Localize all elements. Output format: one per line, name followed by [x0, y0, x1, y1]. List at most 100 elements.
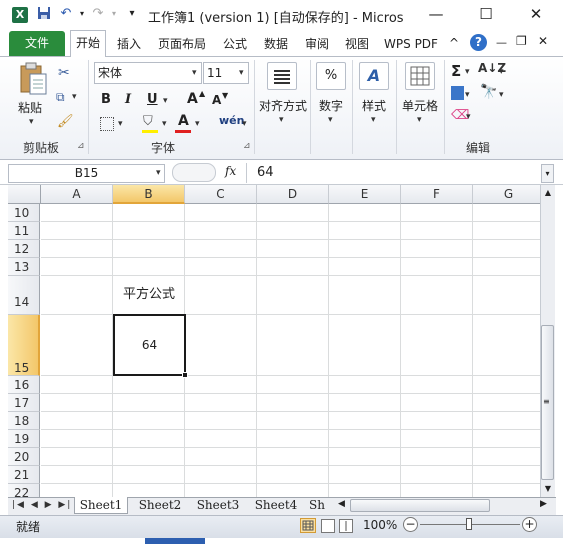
hscroll-right-icon[interactable]: ▶: [540, 499, 547, 509]
paste-icon[interactable]: [18, 62, 48, 96]
phonetic-dropdown-icon[interactable]: ▾: [242, 119, 247, 129]
alignment-icon[interactable]: [267, 62, 297, 90]
cut-icon[interactable]: ✂: [58, 65, 70, 81]
underline-dropdown-icon[interactable]: ▾: [163, 96, 168, 106]
horizontal-scroll-thumb[interactable]: [350, 499, 490, 512]
format-painter-icon[interactable]: 🖌: [57, 114, 74, 129]
row-header-16[interactable]: 16: [8, 376, 40, 394]
scroll-down-icon[interactable]: ▼: [542, 482, 554, 496]
undo-icon[interactable]: ↶: [58, 6, 74, 22]
styles-icon[interactable]: A: [359, 62, 389, 90]
redo-icon[interactable]: ↷: [90, 6, 106, 22]
fill-color-dropdown-icon[interactable]: ▾: [162, 119, 167, 129]
worksheet-grid[interactable]: A B C D E F G 10 11 12 13 14 15 16 17 18…: [8, 185, 540, 497]
sheet-tab-partial[interactable]: Sh: [307, 497, 327, 514]
find-select-dropdown-icon[interactable]: ▾: [499, 90, 504, 100]
borders-icon[interactable]: [100, 117, 114, 131]
insert-function-button[interactable]: fx: [225, 164, 236, 178]
row-header-22[interactable]: 22: [8, 484, 40, 497]
grow-font-button[interactable]: A: [187, 91, 198, 107]
font-name-select[interactable]: 宋体: [94, 62, 202, 84]
column-header-g[interactable]: G: [473, 185, 540, 204]
tab-wps-pdf[interactable]: WPS PDF: [381, 33, 441, 55]
zoom-slider-thumb[interactable]: [466, 518, 472, 530]
select-all-corner[interactable]: [8, 185, 41, 204]
clipboard-launcher-icon[interactable]: ⊿: [77, 141, 85, 151]
zoom-in-icon[interactable]: +: [522, 517, 537, 532]
borders-dropdown-icon[interactable]: ▾: [118, 119, 123, 129]
tab-insert[interactable]: 插入: [112, 33, 146, 55]
redo-dropdown-icon[interactable]: ▾: [106, 6, 122, 22]
close-icon[interactable]: ✕: [524, 4, 548, 24]
zoom-out-icon[interactable]: −: [403, 517, 418, 532]
tab-file[interactable]: 文件: [9, 31, 65, 56]
zoom-level[interactable]: 100%: [363, 518, 397, 532]
row-header-12[interactable]: 12: [8, 240, 40, 258]
fill-dropdown-icon[interactable]: ▾: [465, 90, 470, 100]
workbook-minimize-icon[interactable]: —: [496, 36, 507, 49]
row-header-18[interactable]: 18: [8, 412, 40, 430]
alignment-button[interactable]: 对齐方式: [258, 97, 308, 114]
number-format-icon[interactable]: %: [316, 62, 346, 90]
ribbon-collapse-icon[interactable]: ^: [449, 36, 459, 50]
column-header-e[interactable]: E: [329, 185, 401, 204]
cell-b14[interactable]: 平方公式: [113, 283, 185, 302]
workbook-restore-icon[interactable]: ❐: [516, 34, 527, 48]
row-header-10[interactable]: 10: [8, 204, 40, 222]
number-dropdown-icon[interactable]: ▾: [328, 115, 333, 125]
number-button[interactable]: 数字: [316, 97, 346, 114]
formula-bar-splitter[interactable]: [172, 163, 216, 182]
sheet-tab-sheet1[interactable]: Sheet1: [74, 497, 128, 514]
customize-toolbar-icon[interactable]: ▾: [124, 6, 140, 22]
sheet-tab-sheet4[interactable]: Sheet4: [248, 497, 304, 514]
cells-dropdown-icon[interactable]: ▾: [417, 115, 422, 125]
font-launcher-icon[interactable]: ⊿: [243, 141, 251, 151]
tab-data[interactable]: 数据: [259, 33, 293, 55]
column-header-d[interactable]: D: [257, 185, 329, 204]
styles-dropdown-icon[interactable]: ▾: [371, 115, 376, 125]
copy-dropdown-icon[interactable]: ▾: [72, 92, 77, 102]
italic-button[interactable]: I: [125, 92, 131, 107]
font-name-dropdown-icon[interactable]: ▾: [192, 68, 197, 78]
undo-dropdown-icon[interactable]: ▾: [74, 6, 90, 22]
fill-icon[interactable]: [451, 86, 464, 100]
sort-filter-dropdown-icon[interactable]: ▾: [499, 67, 504, 77]
underline-button[interactable]: U: [147, 92, 158, 107]
save-icon[interactable]: [36, 6, 52, 22]
page-layout-view-icon[interactable]: [321, 519, 335, 533]
bold-button[interactable]: B: [101, 92, 111, 107]
tab-formulas[interactable]: 公式: [218, 33, 252, 55]
row-header-11[interactable]: 11: [8, 222, 40, 240]
tab-home[interactable]: 开始: [70, 30, 106, 57]
column-header-a[interactable]: A: [41, 185, 113, 204]
fill-color-icon[interactable]: ⛉: [143, 114, 153, 129]
row-header-13[interactable]: 13: [8, 258, 40, 276]
sheet-tab-sheet3[interactable]: Sheet3: [190, 497, 246, 514]
help-icon[interactable]: ?: [470, 34, 487, 51]
sheet-nav-icons[interactable]: |◀ ◀ ▶ ▶|: [12, 500, 72, 510]
font-color-button[interactable]: A: [178, 113, 189, 129]
cells-button[interactable]: 单元格: [400, 97, 440, 114]
row-header-15[interactable]: 15: [8, 315, 40, 376]
row-header-19[interactable]: 19: [8, 430, 40, 448]
row-header-21[interactable]: 21: [8, 466, 40, 484]
sheet-tab-sheet2[interactable]: Sheet2: [132, 497, 188, 514]
minimize-icon[interactable]: —: [424, 4, 448, 24]
tab-page-layout[interactable]: 页面布局: [154, 33, 210, 55]
name-box[interactable]: B15: [8, 164, 165, 183]
clear-dropdown-icon[interactable]: ▾: [466, 112, 471, 122]
row-header-17[interactable]: 17: [8, 394, 40, 412]
column-header-b[interactable]: B: [113, 185, 185, 204]
copy-icon[interactable]: ⧉: [56, 90, 65, 105]
scroll-up-icon[interactable]: ▲: [542, 186, 554, 200]
workbook-close-icon[interactable]: ✕: [538, 34, 548, 48]
cells-icon[interactable]: [405, 62, 435, 90]
column-header-c[interactable]: C: [185, 185, 257, 204]
page-break-view-icon[interactable]: [339, 519, 353, 533]
font-color-dropdown-icon[interactable]: ▾: [195, 119, 200, 129]
styles-button[interactable]: 样式: [359, 97, 389, 114]
paste-dropdown-icon[interactable]: ▾: [29, 117, 34, 127]
row-header-14[interactable]: 14: [8, 276, 40, 315]
shrink-font-button[interactable]: A: [212, 93, 221, 107]
formula-input[interactable]: 64: [246, 163, 540, 183]
